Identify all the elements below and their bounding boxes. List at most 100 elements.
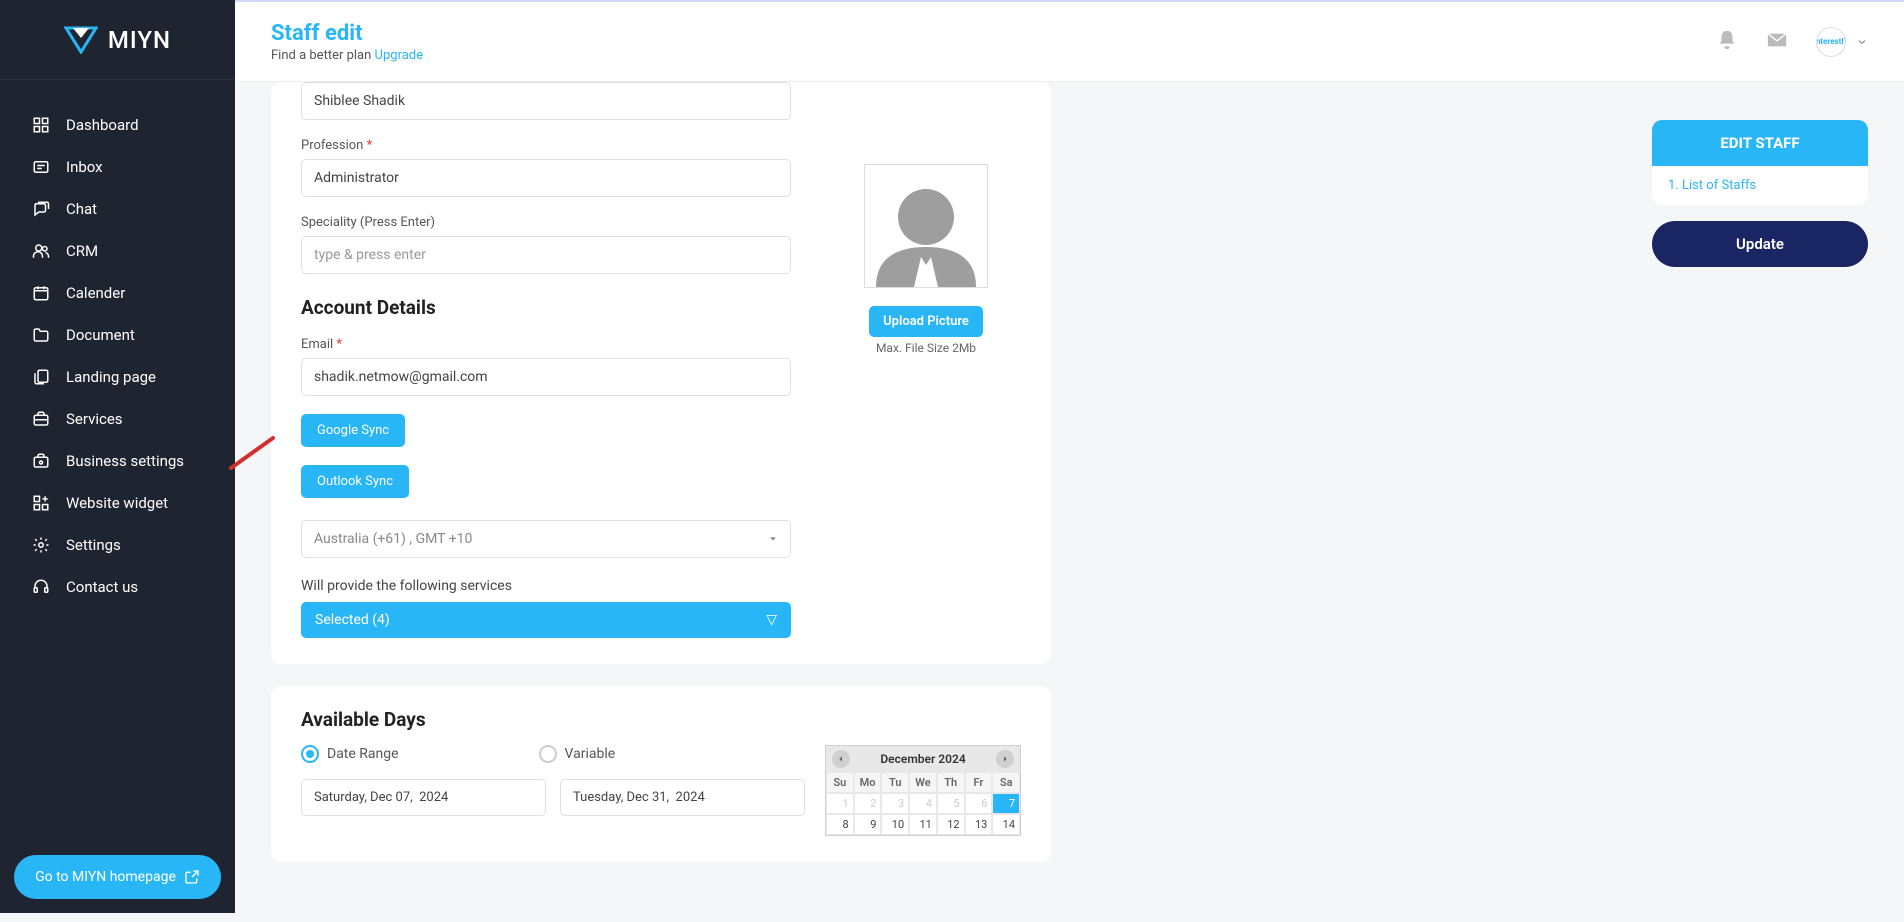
sliders-icon <box>32 452 50 470</box>
side-panel: EDIT STAFF 1. List of Staffs <box>1652 120 1868 205</box>
outlook-sync-button[interactable]: Outlook Sync <box>301 465 409 498</box>
sidebar-item-widget[interactable]: Website widget <box>0 482 235 524</box>
calendar-widget: December 2024 Su Mo Tu We Th <box>825 745 1021 836</box>
nav-label: Dashboard <box>66 116 139 134</box>
sidebar-item-inbox[interactable]: Inbox <box>0 146 235 188</box>
max-size-hint: Max. File Size 2Mb <box>831 341 1021 355</box>
caret-down-icon <box>768 534 778 544</box>
cal-day[interactable]: 3 <box>881 793 909 814</box>
logo[interactable]: MIYN <box>0 0 235 80</box>
side-heading: EDIT STAFF <box>1652 120 1868 166</box>
sidebar-item-landing[interactable]: Landing page <box>0 356 235 398</box>
sidebar-item-dashboard[interactable]: Dashboard <box>0 104 235 146</box>
nav-label: Website widget <box>66 494 168 512</box>
calendar-icon <box>32 284 50 302</box>
avatar-label: InterestIT <box>1816 37 1846 46</box>
sidebar-item-crm[interactable]: CRM <box>0 230 235 272</box>
nav-label: Business settings <box>66 452 184 470</box>
cal-day[interactable]: 12 <box>937 814 965 835</box>
chevron-down-icon <box>1856 36 1868 48</box>
topbar: Staff edit Find a better plan Upgrade In… <box>235 0 1904 82</box>
mail-button[interactable] <box>1766 29 1788 55</box>
cal-dow: We <box>909 772 937 793</box>
briefcase-icon <box>32 410 50 428</box>
breadcrumb: Find a better plan Upgrade <box>271 48 1716 63</box>
cal-dow: Fr <box>965 772 993 793</box>
cal-day[interactable]: 6 <box>965 793 993 814</box>
nav: Dashboard Inbox Chat CRM Calender Docume… <box>0 80 235 841</box>
filter-icon: ▽ <box>766 612 777 628</box>
upgrade-link[interactable]: Upgrade <box>375 48 423 63</box>
bell-icon <box>1716 29 1738 51</box>
folder-icon <box>32 326 50 344</box>
update-button[interactable]: Update <box>1652 221 1868 267</box>
radio-icon <box>301 745 319 763</box>
cal-day[interactable]: 9 <box>854 814 882 835</box>
widget-icon <box>32 494 50 512</box>
profession-input[interactable] <box>301 159 791 197</box>
radio-label: Variable <box>565 746 616 762</box>
radio-date-range[interactable]: Date Range <box>301 745 399 763</box>
copy-icon <box>32 368 50 386</box>
cal-day[interactable]: 13 <box>965 814 993 835</box>
staff-form-card: Profession * Speciality (Press Enter) Ac… <box>271 82 1051 664</box>
cal-day[interactable]: 1 <box>826 793 854 814</box>
homepage-button[interactable]: Go to MIYN homepage <box>14 855 221 899</box>
sidebar-item-services[interactable]: Services <box>0 398 235 440</box>
homepage-button-label: Go to MIYN homepage <box>35 869 176 885</box>
nav-label: Chat <box>66 200 97 218</box>
cal-dow: Sa <box>992 772 1020 793</box>
speciality-input[interactable] <box>301 236 791 274</box>
sidebar-item-contact[interactable]: Contact us <box>0 566 235 608</box>
cal-day-selected[interactable]: 7 <box>992 793 1020 814</box>
avatar-placeholder-icon <box>866 177 986 287</box>
services-select[interactable]: Selected (4) ▽ <box>301 602 791 638</box>
cal-month-label: December 2024 <box>880 752 965 766</box>
diamond-icon <box>64 26 98 54</box>
cal-day[interactable]: 5 <box>937 793 965 814</box>
external-link-icon <box>184 869 200 885</box>
page-title: Staff edit <box>271 21 1716 46</box>
sidebar-item-settings[interactable]: Settings <box>0 524 235 566</box>
timezone-value: Australia (+61) , GMT +10 <box>314 531 472 547</box>
user-menu[interactable]: InterestIT <box>1816 27 1868 57</box>
google-sync-button[interactable]: Google Sync <box>301 414 405 447</box>
notifications-button[interactable] <box>1716 29 1738 55</box>
speciality-label: Speciality (Press Enter) <box>301 215 791 230</box>
cal-prev-button[interactable] <box>832 750 850 768</box>
name-input[interactable] <box>301 82 791 120</box>
nav-label: Calender <box>66 284 125 302</box>
timezone-select[interactable]: Australia (+61) , GMT +10 <box>301 520 791 558</box>
breadcrumb-text: Find a better plan <box>271 48 375 63</box>
main: Staff edit Find a better plan Upgrade In… <box>235 0 1904 922</box>
radio-label: Date Range <box>327 746 399 762</box>
radio-variable[interactable]: Variable <box>539 745 616 763</box>
nav-label: CRM <box>66 242 98 260</box>
chevron-left-icon <box>837 755 845 763</box>
cal-day[interactable]: 11 <box>909 814 937 835</box>
email-input[interactable] <box>301 358 791 396</box>
date-to-input[interactable] <box>560 779 805 816</box>
cal-next-button[interactable] <box>996 750 1014 768</box>
sidebar-item-document[interactable]: Document <box>0 314 235 356</box>
cal-day[interactable]: 14 <box>992 814 1020 835</box>
nav-label: Document <box>66 326 135 344</box>
gear-icon <box>32 536 50 554</box>
services-label: Will provide the following services <box>301 578 791 594</box>
sidebar-item-business-settings[interactable]: Business settings <box>0 440 235 482</box>
cal-day[interactable]: 10 <box>881 814 909 835</box>
cal-day[interactable]: 2 <box>854 793 882 814</box>
list-of-staffs-link[interactable]: 1. List of Staffs <box>1652 166 1868 205</box>
cal-dow: Su <box>826 772 854 793</box>
sidebar-item-calendar[interactable]: Calender <box>0 272 235 314</box>
upload-picture-button[interactable]: Upload Picture <box>869 306 983 337</box>
profile-picture <box>864 164 988 288</box>
date-from-input[interactable] <box>301 779 546 816</box>
cal-day[interactable]: 8 <box>826 814 854 835</box>
sidebar-item-chat[interactable]: Chat <box>0 188 235 230</box>
headset-icon <box>32 578 50 596</box>
nav-label: Inbox <box>66 158 103 176</box>
cal-day[interactable]: 4 <box>909 793 937 814</box>
mail-icon <box>1766 29 1788 51</box>
profession-label: Profession * <box>301 138 791 153</box>
